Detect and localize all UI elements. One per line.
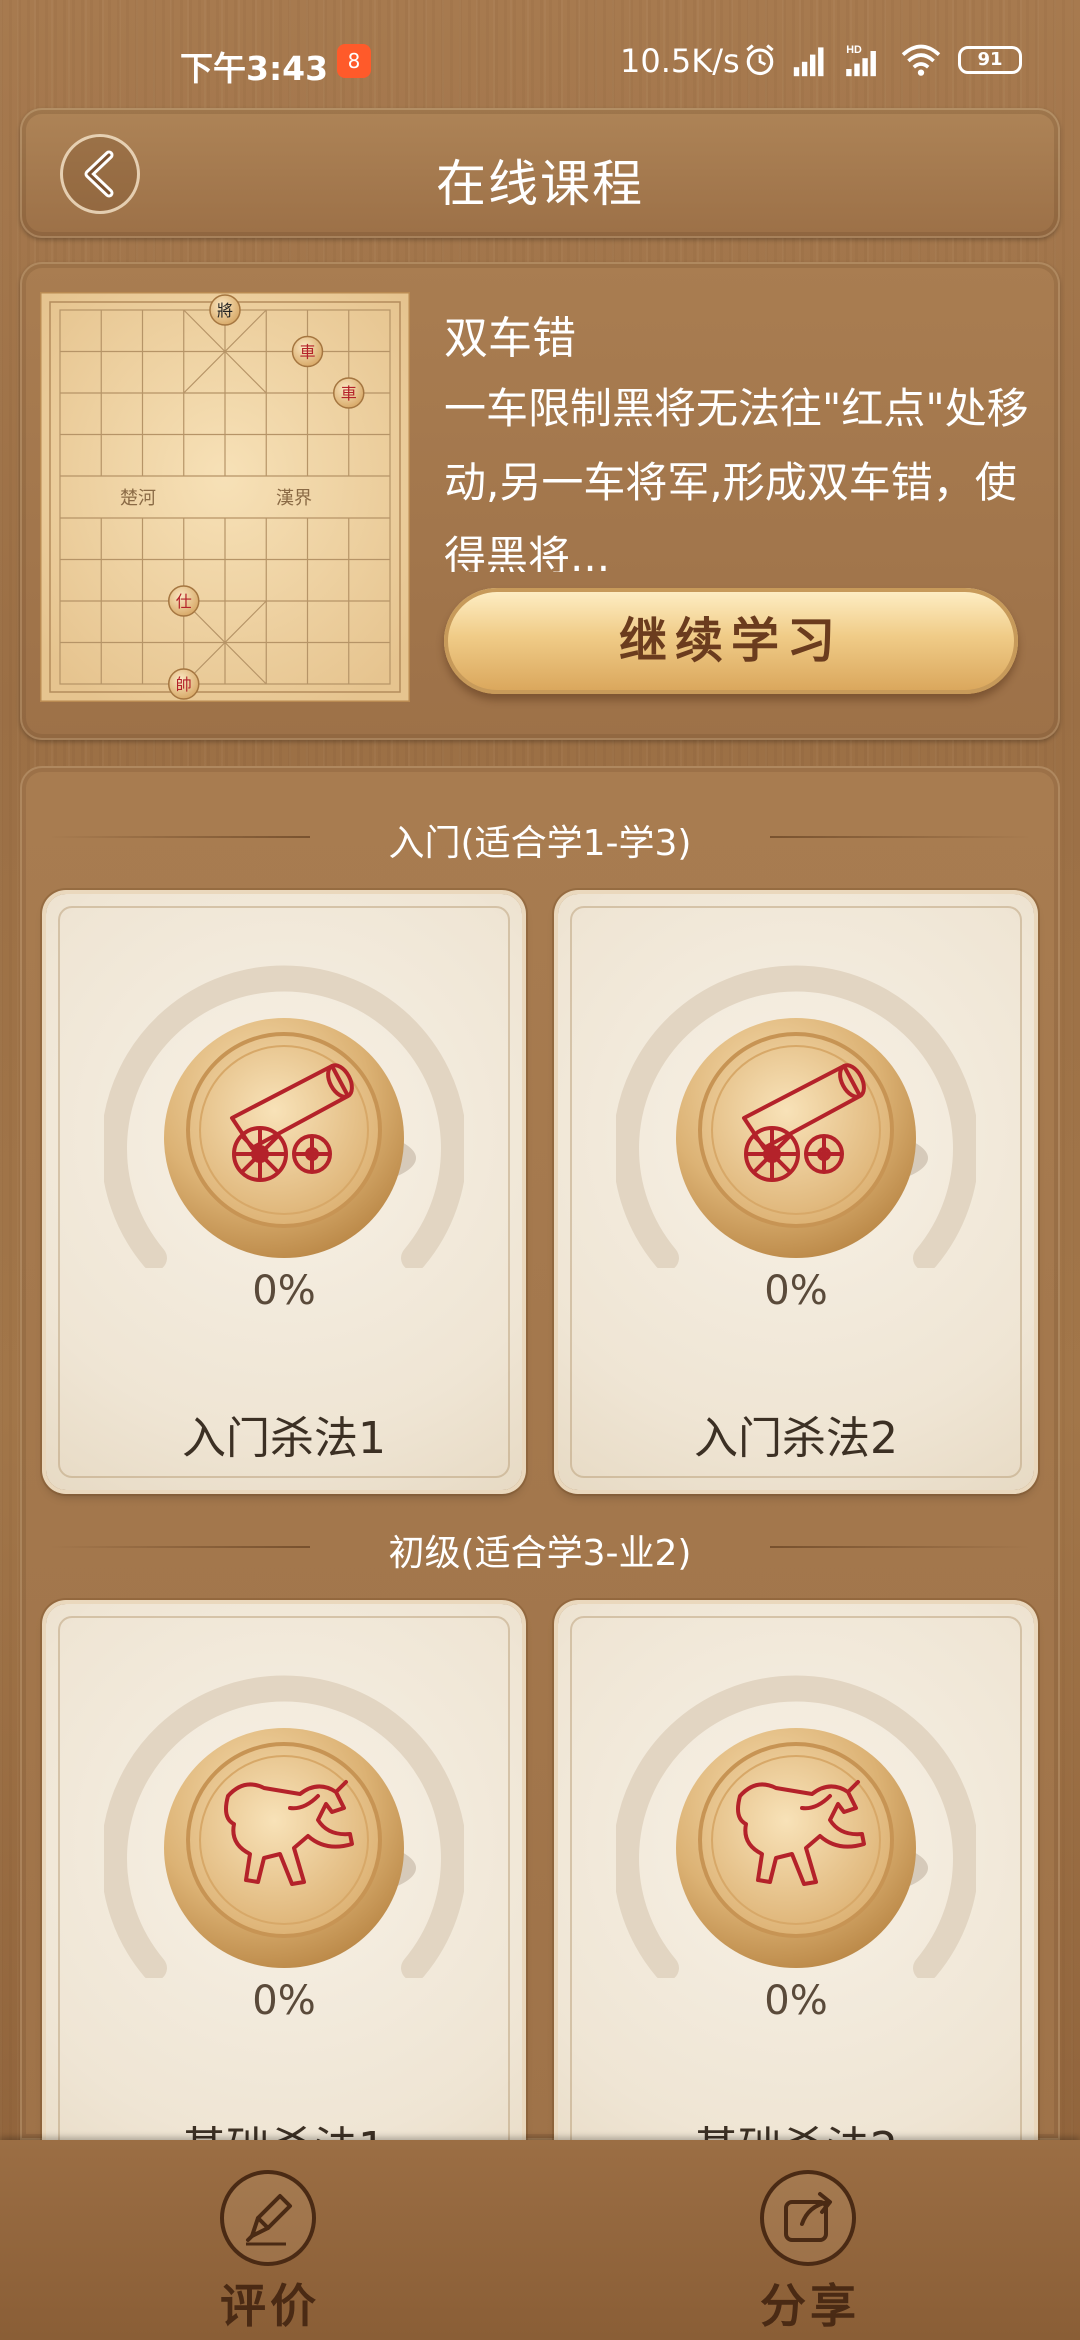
current-lesson-card: 楚河 漢界 將 車 車 仕 帥 双车错 一车限制黑将无法往"红点"处移动,另一车… bbox=[20, 262, 1060, 740]
progress-ring bbox=[104, 965, 464, 1268]
progress-ring bbox=[616, 965, 976, 1268]
battery-indicator: 91 bbox=[958, 46, 1022, 74]
piece-red-chariot: 車 bbox=[333, 377, 365, 409]
chessboard-preview[interactable]: 楚河 漢界 將 車 車 仕 帥 bbox=[40, 292, 410, 702]
piece-red-general: 帥 bbox=[168, 668, 200, 700]
course-card-elementary-2[interactable]: 0% 基础杀法2 bbox=[558, 1604, 1034, 2140]
bottom-action-bar: 评价 分享 bbox=[0, 2140, 1080, 2340]
review-label: 评价 bbox=[220, 2279, 320, 2333]
continue-learning-button[interactable]: 继续学习 bbox=[444, 588, 1018, 694]
progress-ring bbox=[104, 1675, 464, 1978]
piece-red-chariot: 車 bbox=[291, 335, 324, 368]
svg-text:車: 車 bbox=[299, 343, 315, 362]
progress-text: 0% bbox=[252, 1268, 316, 1314]
alarm-icon bbox=[746, 44, 774, 76]
signal-icon bbox=[793, 47, 824, 77]
section-title: 初级(适合学3-业2) bbox=[388, 1533, 692, 1574]
svg-text:仕: 仕 bbox=[176, 592, 192, 611]
section-header-elementary: 初级(适合学3-业2) bbox=[20, 1516, 1060, 1576]
pen-icon bbox=[246, 2194, 292, 2246]
section-header-beginner: 入门(适合学1-学3) bbox=[20, 806, 1060, 866]
course-name: 基础杀法1 bbox=[46, 2112, 522, 2140]
lesson-title: 双车错 bbox=[444, 313, 576, 364]
svg-text:帥: 帥 bbox=[176, 675, 192, 694]
app-notification-icon: 8 bbox=[337, 44, 371, 78]
river-label-right: 漢界 bbox=[276, 488, 312, 509]
course-name: 基础杀法2 bbox=[558, 2112, 1034, 2140]
course-name: 入门杀法2 bbox=[694, 1413, 898, 1464]
share-button[interactable]: 分享 bbox=[730, 2170, 890, 2333]
lesson-description: 一车限制黑将无法往"红点"处移动,另一车将军,形成双车错，使得黑将... bbox=[444, 384, 1029, 572]
network-speed: 10.5K/s bbox=[620, 42, 740, 80]
page-title: 在线课程 bbox=[436, 155, 644, 213]
course-card-beginner-1[interactable]: 0% 入门杀法1 bbox=[46, 894, 522, 1490]
piece-black-general: 將 bbox=[209, 294, 241, 326]
course-list[interactable]: 入门(适合学1-学3) 0% 入门杀法1 0% 入门杀法2 初级(适合学3-业2… bbox=[20, 766, 1060, 2140]
river-label-left: 楚河 bbox=[120, 488, 156, 509]
course-card-beginner-2[interactable]: 0% 入门杀法2 bbox=[558, 894, 1034, 1490]
section-title: 入门(适合学1-学3) bbox=[388, 823, 692, 864]
status-time: 下午3:43 bbox=[180, 49, 329, 88]
piece-red-advisor: 仕 bbox=[168, 585, 200, 617]
progress-text: 0% bbox=[764, 1978, 828, 2024]
progress-text: 0% bbox=[252, 1978, 316, 2024]
progress-text: 0% bbox=[764, 1268, 828, 1314]
top-app-bar: 在线课程 bbox=[20, 108, 1060, 238]
review-button[interactable]: 评价 bbox=[190, 2170, 350, 2333]
wifi-icon bbox=[901, 44, 941, 76]
status-bar: 下午3:43 8 10.5K/s HD 91 bbox=[0, 0, 1080, 110]
svg-text:將: 將 bbox=[217, 301, 233, 320]
share-icon bbox=[784, 2192, 832, 2242]
progress-ring bbox=[616, 1675, 976, 1978]
share-label: 分享 bbox=[760, 2279, 860, 2333]
svg-text:車: 車 bbox=[341, 384, 357, 403]
course-name: 入门杀法1 bbox=[182, 1413, 386, 1464]
svg-text:HD: HD bbox=[846, 44, 862, 56]
signal-hd-icon: HD bbox=[846, 44, 876, 77]
course-card-elementary-1[interactable]: 0% 基础杀法1 bbox=[46, 1604, 522, 2140]
